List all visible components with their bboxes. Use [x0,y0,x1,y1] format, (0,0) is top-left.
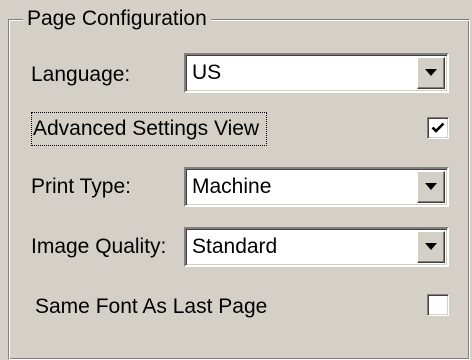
print-type-dropdown-button[interactable] [417,171,445,203]
language-label: Language: [31,63,131,86]
same-font-checkbox[interactable] [427,294,449,316]
same-font-label[interactable]: Same Font As Last Page [35,295,267,319]
group-title: Page Configuration [23,7,211,31]
image-quality-value: Standard [192,235,278,258]
image-quality-dropdown-button[interactable] [417,231,445,263]
image-quality-label: Image Quality: [31,235,167,258]
image-quality-dropdown[interactable]: Standard [184,227,449,267]
print-type-label: Print Type: [31,175,131,198]
chevron-down-icon [425,243,437,250]
language-dropdown-button[interactable] [417,57,445,89]
print-type-value: Machine [192,175,272,198]
advanced-settings-label[interactable]: Advanced Settings View [33,117,259,141]
chevron-down-icon [425,183,437,190]
advanced-settings-checkbox[interactable] [427,117,449,139]
print-type-dropdown[interactable]: Machine [184,167,449,207]
language-dropdown[interactable]: US [184,53,449,93]
language-value: US [192,61,222,84]
chevron-down-icon [425,69,437,76]
checkmark-icon [431,122,445,133]
